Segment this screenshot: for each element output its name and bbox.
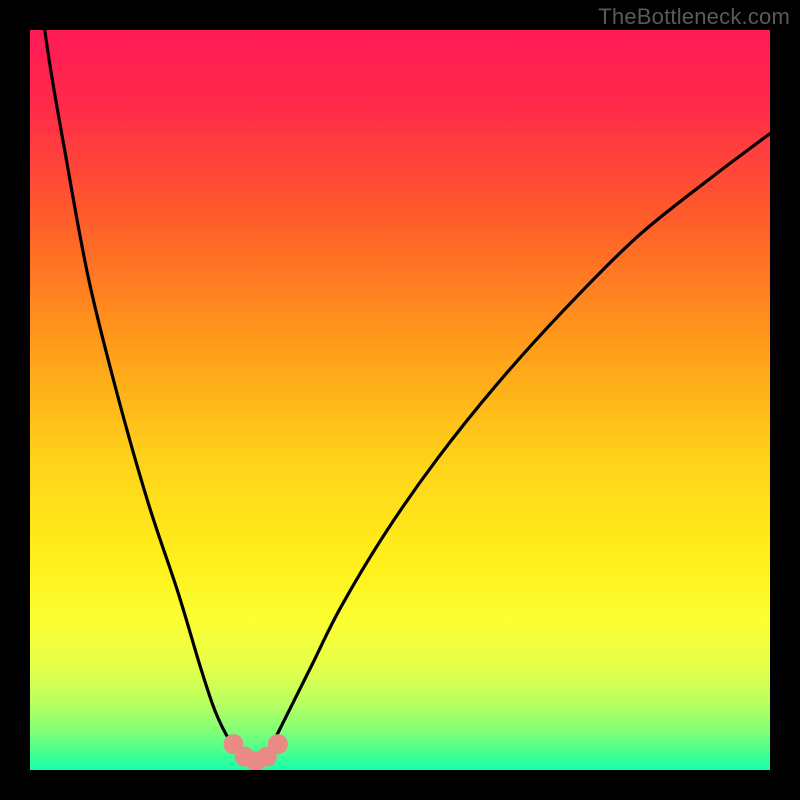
watermark-text: TheBottleneck.com xyxy=(598,4,790,30)
bottleneck-curve xyxy=(30,30,770,770)
curve-marker xyxy=(268,734,288,754)
chart-frame: TheBottleneck.com xyxy=(0,0,800,800)
plot-area xyxy=(30,30,770,770)
